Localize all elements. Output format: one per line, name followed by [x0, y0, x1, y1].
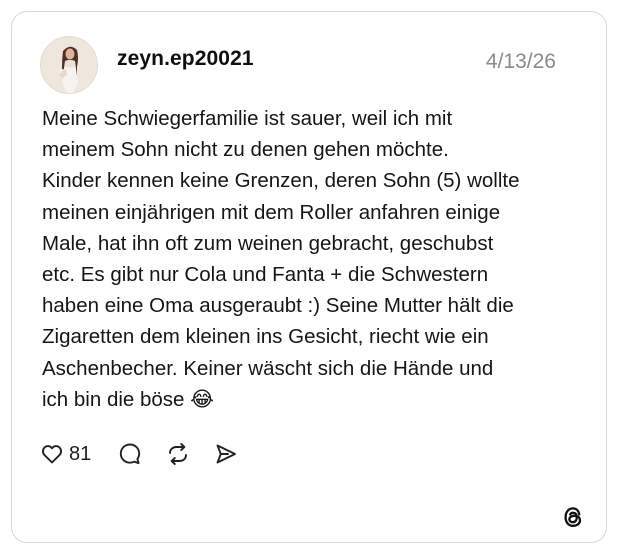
post-date[interactable]: 4/13/26: [486, 50, 556, 74]
send-icon: [213, 441, 239, 467]
username[interactable]: zeyn.ep20021: [117, 47, 254, 71]
share-button[interactable]: [213, 441, 239, 467]
action-bar: 81: [40, 440, 239, 468]
comment-icon: [117, 441, 143, 467]
like-button[interactable]: 81: [40, 442, 117, 466]
post-text: Meine Schwiegerfamilie ist sauer, weil i…: [42, 107, 520, 411]
like-count: 81: [69, 442, 92, 465]
avatar-image: [41, 37, 97, 93]
heart-icon: [40, 442, 64, 466]
threads-logo-icon[interactable]: [560, 504, 586, 530]
repost-button[interactable]: [165, 441, 191, 467]
avatar[interactable]: [40, 36, 98, 94]
repost-icon: [165, 441, 191, 467]
reply-button[interactable]: [117, 441, 143, 467]
